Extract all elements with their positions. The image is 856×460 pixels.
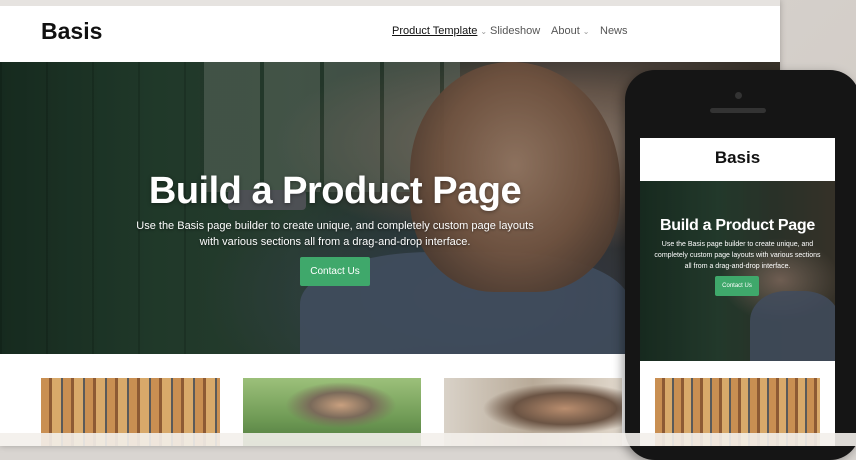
phone-camera bbox=[735, 92, 742, 99]
mobile-hero-title: Build a Product Page bbox=[660, 217, 815, 234]
nav-item-product-template[interactable]: Product Template ⌄ bbox=[392, 25, 487, 37]
hero-subtitle: Use the Basis page builder to create uni… bbox=[136, 220, 534, 248]
site-logo[interactable]: Basis bbox=[41, 18, 102, 45]
contact-us-button[interactable]: Contact Us bbox=[300, 257, 370, 286]
bottom-strip bbox=[0, 433, 856, 446]
hero-title: Build a Product Page bbox=[148, 170, 522, 212]
phone-speaker bbox=[710, 108, 766, 113]
nav-label: Slideshow bbox=[490, 25, 541, 37]
chevron-down-icon: ⌄ bbox=[480, 26, 488, 36]
nav-label: Product Template bbox=[392, 25, 478, 37]
nav-item-about[interactable]: About ⌄ bbox=[551, 25, 589, 37]
mobile-contact-us-button[interactable]: Contact Us bbox=[715, 276, 759, 296]
mobile-site-screen: Basis Build a Product Page Use the Basis… bbox=[640, 138, 835, 446]
chevron-down-icon: ⌄ bbox=[582, 26, 590, 36]
nav-item-news[interactable]: News bbox=[600, 25, 628, 37]
mobile-logo[interactable]: Basis bbox=[640, 148, 835, 168]
mobile-hero: Build a Product Page Use the Basis page … bbox=[640, 181, 835, 361]
nav-label: About bbox=[551, 25, 580, 37]
nav-label: News bbox=[600, 25, 628, 37]
site-header: Basis Product Template ⌄ Slideshow About… bbox=[0, 6, 780, 63]
nav-item-slideshow[interactable]: Slideshow bbox=[490, 25, 540, 37]
mobile-hero-subtitle: Use the Basis page builder to create uni… bbox=[654, 241, 821, 270]
